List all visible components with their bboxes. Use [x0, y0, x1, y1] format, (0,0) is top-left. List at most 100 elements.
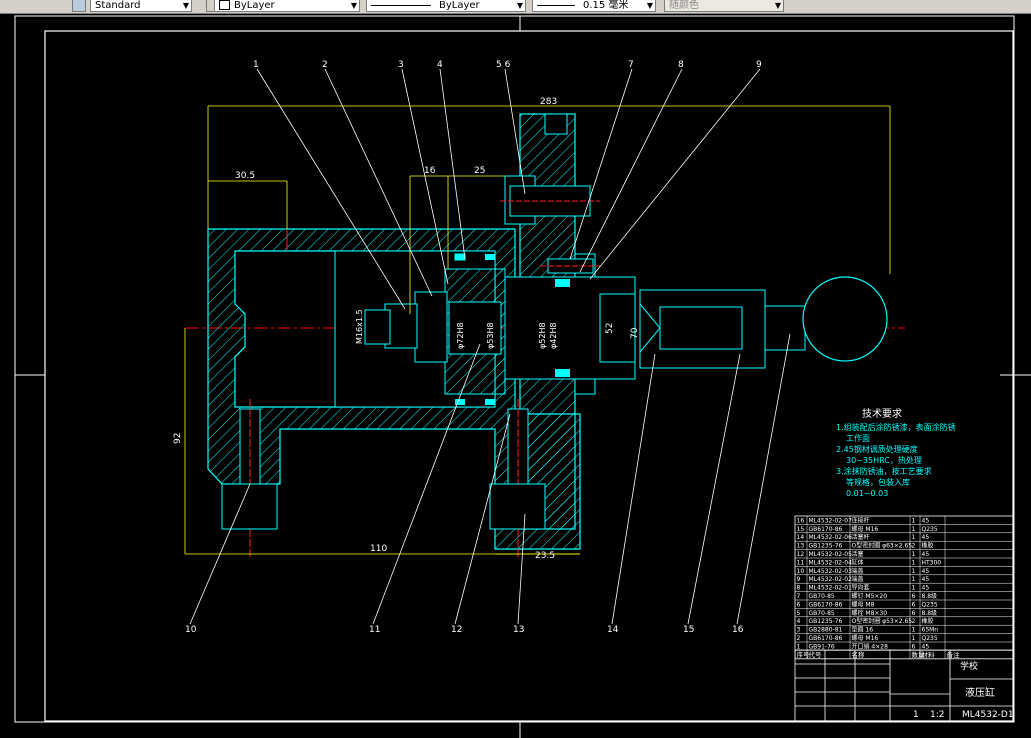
bom-cell: GB91-76 [809, 643, 835, 650]
lineweight-sample-icon [537, 4, 575, 6]
dim-m16: M16x1.5 [355, 309, 364, 344]
bom-cell: 1 [912, 526, 916, 533]
linetype-sample-icon [371, 4, 431, 6]
drawing-code: ML4532-D1 [962, 710, 1014, 720]
bom-cell: 8 [797, 585, 801, 592]
dim-283: 283 [540, 97, 557, 107]
bom-cell: 8.8级 [922, 609, 938, 617]
bom-cell: GB6170-86 [809, 601, 843, 608]
bom-cell: 1 [912, 585, 916, 592]
tech-line-4: 30~35HRC，热处理 [846, 455, 922, 465]
technical-requirements: 技术要求 1.组装配后涂防锈漆，表面涂防锈 工作面 2.45钢材调质处理硬度 3… [836, 407, 956, 498]
bom-cell: 14 [797, 534, 805, 541]
dim-phi52: φ52H8 [538, 322, 547, 349]
bom-cell: 端盖 [852, 567, 864, 575]
bom-cell: 1 [912, 551, 916, 558]
bom-cell: ML4532-02-06 [809, 534, 853, 541]
bom-cell: 12 [797, 551, 805, 558]
balloon-15: 15 [683, 625, 694, 635]
properties-toolbar: Standard ▼ ByLayer ▼ ByLayer ▼ 0.15 毫米 ▼ 随颜色… [0, 0, 1031, 14]
bom-cell: 6 [912, 643, 916, 650]
balloon-1: 1 [253, 60, 259, 70]
bom-cell: 缸体 [852, 558, 864, 566]
bom-cell: 45 [922, 534, 930, 541]
bom-cell: O型密封圈 φ63×2.65 [852, 542, 913, 550]
bom-cell: 6 [912, 601, 916, 608]
balloon-7: 7 [628, 60, 634, 70]
bom-cell: 15 [797, 526, 805, 533]
bom-cell: 橡胶 [922, 617, 934, 625]
balloon-11: 11 [369, 625, 380, 635]
drawing-name: 液压缸 [965, 686, 995, 699]
text-style-icon[interactable] [72, 0, 86, 12]
bom-cell: GB2880-81 [809, 627, 843, 634]
bom-cell: Q235 [922, 635, 938, 642]
bom-cell: 65Mn [922, 627, 939, 634]
bom-cell: GB6170-86 [809, 635, 843, 642]
tech-line-5: 3.涂抹防锈油，按工艺要求 [836, 466, 932, 476]
bom-cell: 6 [912, 593, 916, 600]
bom-cell: 端盖 [852, 575, 864, 583]
balloon-8: 8 [678, 60, 684, 70]
org-name: 学校 [960, 660, 978, 672]
bom-cell: 1 [912, 635, 916, 642]
bom-cell: 5 [797, 610, 801, 617]
bom-header-cell: 名称 [852, 650, 866, 659]
dim-25: 25 [474, 166, 485, 176]
bom-cell: 2 [797, 635, 801, 642]
bom-cell: 2 [912, 543, 916, 550]
bom-cell: 7 [797, 593, 801, 600]
bom-cell: 1 [912, 559, 916, 566]
bom-cell: GB1235-76 [809, 543, 843, 550]
bom-cell: 螺母 M8 [852, 600, 875, 608]
bom-cell: 11 [797, 559, 805, 566]
balloon-3: 3 [398, 60, 404, 70]
tech-line-6: 等规格，包装入库 [846, 477, 910, 487]
text-style-value: Standard [95, 0, 141, 11]
bom-cell: ML4532-02-01 [809, 585, 853, 592]
bom-cell: 螺栓 M8×30 [852, 609, 888, 617]
dim-52: 52 [605, 323, 615, 334]
bom-cell: 1 [912, 627, 916, 634]
tech-line-7: 0.01~0.03 [846, 489, 888, 498]
chevron-down-icon: ▼ [182, 1, 189, 10]
bom-cell: 导向套 [852, 584, 870, 592]
bom-cell: 连接杆 [852, 516, 870, 524]
bom-table: 16 ML4532-02-07 连接杆 1 4515 GB6170-86 螺母 M16 1 Q2… [794, 515, 1014, 660]
bom-cell: O型密封圈 φ53×2.65 [852, 617, 913, 625]
bom-cell: ML4532-02-07 [809, 517, 853, 524]
bom-cell: 45 [922, 551, 930, 558]
linetype-select[interactable]: ByLayer ▼ [366, 0, 526, 12]
drawing-canvas[interactable]: 283 30.5 16 25 110 23.5 92 M16x1.5 φ72H8… [0, 14, 1031, 738]
bom-cell: 16 [797, 517, 805, 524]
dim-30-5: 30.5 [235, 171, 255, 181]
chevron-down-icon: ▼ [774, 1, 781, 10]
color-select[interactable]: ByLayer ▼ [214, 0, 360, 12]
balloon-16: 16 [732, 625, 744, 635]
bom-cell: 活塞杆 [852, 533, 870, 541]
lineweight-value: 0.15 毫米 [583, 0, 629, 11]
linetype-value: ByLayer [439, 0, 480, 11]
bom-cell: 45 [922, 585, 930, 592]
chevron-down-icon: ▼ [646, 1, 653, 10]
bom-cell: 1 [912, 517, 916, 524]
balloon-12: 12 [451, 625, 462, 635]
dim-phi72: φ72H8 [456, 322, 465, 349]
dim-110: 110 [370, 544, 387, 554]
text-style-select[interactable]: Standard ▼ [90, 0, 192, 12]
bom-cell: 螺母 M16 [852, 634, 879, 642]
balloon-9: 9 [756, 60, 762, 70]
bom-header-cell: 材料 [922, 650, 936, 659]
bom-cell: 45 [922, 643, 930, 650]
lineweight-select[interactable]: 0.15 毫米 ▼ [532, 0, 656, 12]
bom-cell: Q235 [922, 526, 938, 533]
bom-cell: 45 [922, 576, 930, 583]
bom-cell: 1 [912, 576, 916, 583]
bom-header-cell: 备注 [947, 650, 961, 659]
dim-70: 70 [630, 327, 640, 339]
bom-cell: 2 [912, 618, 916, 625]
color-swatch-icon [219, 0, 230, 10]
bom-cell: 45 [922, 568, 930, 575]
cad-drawing[interactable]: 283 30.5 16 25 110 23.5 92 M16x1.5 φ72H8… [0, 14, 1031, 738]
dim-23-5: 23.5 [535, 551, 555, 561]
